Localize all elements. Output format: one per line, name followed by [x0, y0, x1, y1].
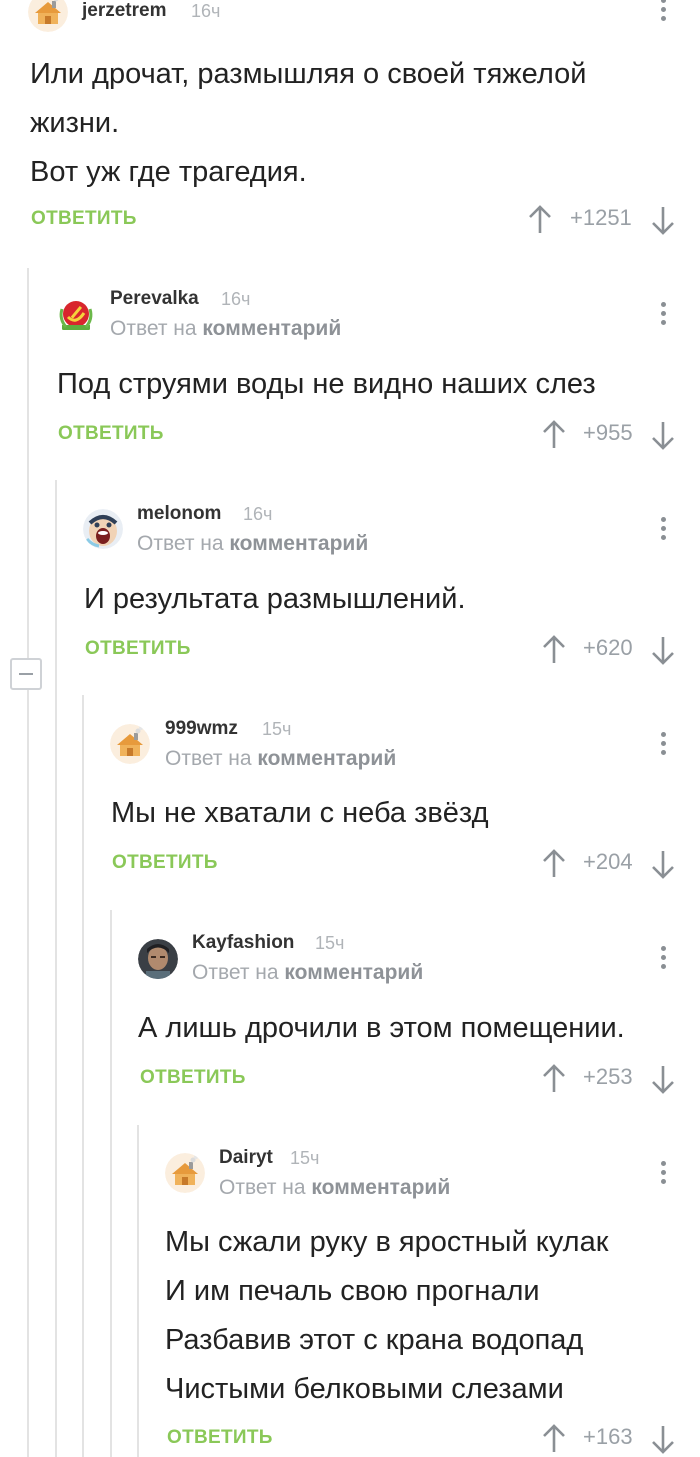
thread-line-level-1: [27, 268, 29, 1457]
arrow-down-icon[interactable]: [650, 420, 676, 450]
comment-text: А лишь дрочили в этом помещении.: [138, 1012, 625, 1044]
more-vertical-icon[interactable]: [652, 0, 676, 24]
comment-text: Под струями воды не видно наших слез: [57, 368, 596, 400]
house-avatar-icon: [28, 0, 68, 32]
person-photo-avatar-icon: [138, 939, 178, 979]
more-vertical-icon[interactable]: [652, 728, 676, 758]
more-vertical-icon[interactable]: [652, 298, 676, 328]
arrow-down-icon[interactable]: [650, 1424, 676, 1454]
avatar[interactable]: [28, 0, 68, 32]
vote-controls: +253: [541, 1060, 677, 1094]
more-vertical-icon[interactable]: [652, 513, 676, 543]
avatar[interactable]: [56, 295, 96, 335]
arrow-down-icon[interactable]: [650, 1064, 676, 1094]
avatar[interactable]: [83, 509, 123, 549]
username[interactable]: melonom: [137, 503, 221, 525]
arrow-up-icon[interactable]: [541, 849, 567, 879]
vote-score: +620: [583, 635, 633, 660]
username[interactable]: Dairyt: [219, 1147, 273, 1169]
reply-to: Ответ на комментарий: [137, 532, 369, 555]
vote-controls: +620: [541, 631, 677, 665]
reply-to-link[interactable]: комментарий: [229, 532, 368, 555]
comment-text: Или дрочат, размышляя о своей тяжелой жи…: [30, 58, 587, 188]
more-vertical-icon[interactable]: [652, 1157, 676, 1187]
vote-controls: +163: [541, 1420, 677, 1454]
reply-button[interactable]: ОТВЕТИТЬ: [112, 852, 218, 874]
avatar[interactable]: [138, 939, 178, 979]
arrow-down-icon[interactable]: [650, 635, 676, 665]
more-vertical-icon[interactable]: [652, 942, 676, 972]
username[interactable]: jerzetrem: [82, 0, 167, 22]
arrow-up-icon[interactable]: [541, 420, 567, 450]
reply-button[interactable]: ОТВЕТИТЬ: [140, 1067, 246, 1089]
comment-text: Мы сжали руку в яростный кулак И им печа…: [165, 1226, 609, 1405]
screaming-face-avatar-icon: [83, 509, 123, 549]
arrow-down-icon[interactable]: [650, 205, 676, 235]
username[interactable]: Perevalka: [110, 288, 199, 310]
arrow-up-icon[interactable]: [541, 635, 567, 665]
reply-to: Ответ на комментарий: [192, 961, 424, 984]
reply-to-link[interactable]: комментарий: [284, 961, 423, 984]
thread-line-level-3: [82, 695, 84, 1457]
reply-button[interactable]: ОТВЕТИТЬ: [167, 1427, 273, 1449]
arrow-up-icon[interactable]: [541, 1424, 567, 1454]
comment-text: И результата размышлений.: [84, 583, 466, 615]
avatar[interactable]: [165, 1153, 205, 1193]
house-avatar-icon: [165, 1153, 205, 1193]
reply-button[interactable]: ОТВЕТИТЬ: [31, 208, 137, 230]
arrow-down-icon[interactable]: [650, 849, 676, 879]
timestamp: 16ч: [191, 1, 221, 21]
reply-to: Ответ на комментарий: [219, 1176, 451, 1199]
reply-to: Ответ на комментарий: [165, 747, 397, 770]
timestamp: 16ч: [221, 289, 251, 309]
vote-controls: +1251: [527, 201, 677, 235]
timestamp: 15ч: [315, 933, 345, 953]
arrow-up-icon[interactable]: [527, 205, 553, 235]
vote-controls: +204: [541, 845, 677, 879]
arrow-up-icon[interactable]: [541, 1064, 567, 1094]
thread-line-level-2: [55, 480, 57, 1457]
thread-line-level-5: [137, 1125, 139, 1457]
house-avatar-icon: [110, 724, 150, 764]
reply-to-link[interactable]: комментарий: [311, 1176, 450, 1199]
reply-button[interactable]: ОТВЕТИТЬ: [85, 638, 191, 660]
username[interactable]: Kayfashion: [192, 932, 294, 954]
reply-button[interactable]: ОТВЕТИТЬ: [58, 423, 164, 445]
timestamp: 15ч: [262, 719, 292, 739]
vote-score: +1251: [570, 205, 632, 230]
timestamp: 15ч: [290, 1148, 320, 1168]
reply-to: Ответ на комментарий: [110, 317, 342, 340]
collapse-thread-icon[interactable]: [10, 658, 42, 690]
reply-to-link[interactable]: комментарий: [202, 317, 341, 340]
timestamp: 16ч: [243, 504, 273, 524]
username[interactable]: 999wmz: [165, 718, 238, 740]
vote-score: +163: [583, 1424, 633, 1449]
reply-to-link[interactable]: комментарий: [257, 747, 396, 770]
avatar[interactable]: [110, 724, 150, 764]
vote-controls: +955: [541, 416, 677, 450]
comment-text: Мы не хватали с неба звёзд: [111, 797, 489, 829]
vote-score: +955: [583, 420, 633, 445]
vote-score: +204: [583, 849, 633, 874]
thread-line-level-4: [110, 910, 112, 1457]
soviet-emblem-avatar-icon: [56, 295, 96, 335]
vote-score: +253: [583, 1064, 633, 1089]
